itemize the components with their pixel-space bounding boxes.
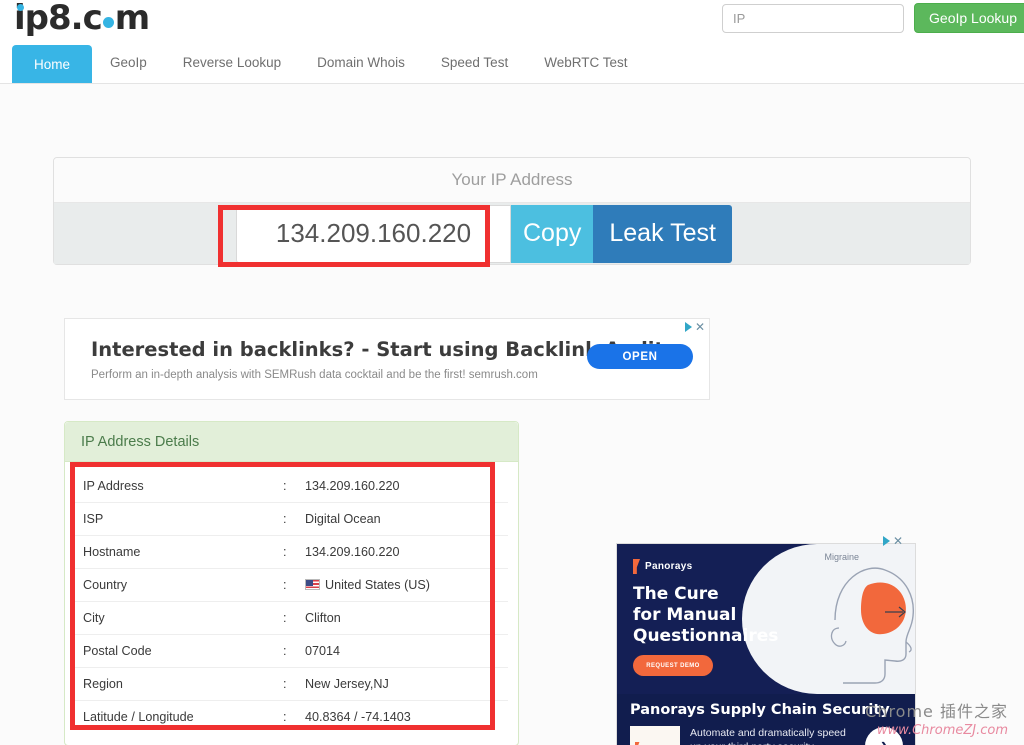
your-ip-value-input[interactable] — [236, 204, 511, 263]
panorays-thumb-icon — [634, 741, 640, 745]
banner-advertisement[interactable]: ✕ Interested in backlinks? - Start using… — [64, 318, 710, 400]
detail-separator: : — [275, 634, 297, 668]
table-row: Latitude / Longitude : 40.8364 / -74.140… — [75, 701, 508, 734]
side-ad-hero: Migraine Panorays The Cure for Manual Qu… — [617, 544, 915, 694]
site-header: ip8.cm GeoIp Lookup — [0, 0, 1024, 42]
table-row: IP Address : 134.209.160.220 — [75, 470, 508, 503]
ip-search-input[interactable] — [722, 3, 905, 33]
detail-separator: : — [275, 470, 297, 503]
detail-separator: : — [283, 710, 287, 724]
banner-ad-controls: ✕ — [684, 321, 705, 333]
side-ad-headline: The Cure for Manual Questionnaires — [633, 584, 779, 646]
detail-value-country: United States (US) — [297, 568, 508, 602]
detail-value: 07014 — [297, 634, 508, 668]
logo-o-dot-icon — [102, 17, 114, 28]
side-ad-cta-button[interactable]: REQUEST DEMO — [633, 655, 713, 676]
detail-value: 40.8364 / -74.1403 — [305, 710, 411, 724]
close-icon[interactable]: ✕ — [695, 321, 705, 333]
side-ad-brand-label: Panorays — [645, 561, 693, 572]
banner-ad-title: Interested in backlinks? - Start using B… — [91, 338, 664, 361]
detail-key: ISP — [75, 502, 275, 536]
nav-item-geoip[interactable]: GeoIp — [92, 42, 165, 83]
geoip-lookup-button[interactable]: GeoIp Lookup — [914, 3, 1024, 33]
nav-item-webrtc-test[interactable]: WebRTC Test — [526, 42, 645, 83]
logo-text-dotc: .c — [70, 0, 103, 38]
watermark: Chrome 插件之家 www.ChromeZJ.com — [865, 698, 1008, 738]
table-row: City : Clifton — [75, 601, 508, 635]
detail-separator: : — [275, 667, 297, 701]
logo-text-m: m — [114, 0, 150, 38]
us-flag-icon — [305, 579, 320, 590]
detail-key: IP Address — [75, 470, 275, 503]
table-row: Region : New Jersey,NJ — [75, 667, 508, 701]
detail-value: 134.209.160.220 — [297, 470, 508, 503]
detail-key: City — [75, 601, 275, 635]
watermark-line-2: www.ChromeZJ.com — [876, 723, 1008, 738]
ip-details-table: IP Address : 134.209.160.220 ISP : Digit… — [75, 470, 508, 733]
main-navigation: Home GeoIp Reverse Lookup Domain Whois S… — [0, 42, 1024, 84]
side-ad-footer-title: Panorays Supply Chain Security — [630, 702, 890, 718]
head-illustration-icon — [830, 567, 914, 684]
detail-key: Hostname — [75, 535, 275, 569]
detail-key: Postal Code — [75, 634, 275, 668]
nav-item-domain-whois[interactable]: Domain Whois — [299, 42, 423, 83]
detail-key: Latitude / Longitude — [83, 710, 194, 724]
watermark-line-1: Chrome 插件之家 — [865, 702, 1008, 721]
header-search-area: GeoIp Lookup — [722, 3, 1024, 33]
page-root: ip8.cm GeoIp Lookup Home GeoIp Reverse L… — [0, 0, 1024, 745]
nav-item-reverse-lookup[interactable]: Reverse Lookup — [165, 42, 299, 83]
table-row: Country : United States (US) — [75, 568, 508, 602]
your-ip-panel-body: Copy Leak Test — [54, 203, 970, 264]
detail-value: Clifton — [297, 601, 508, 635]
ip-details-panel: IP Address Details IP Address : 134.209.… — [64, 421, 519, 745]
adchoices-icon[interactable] — [684, 322, 692, 332]
site-logo[interactable]: ip8.c m — [14, 0, 150, 38]
copy-ip-button[interactable]: Copy — [511, 204, 594, 263]
close-icon[interactable]: ✕ — [893, 535, 903, 547]
your-ip-panel-title: Your IP Address — [54, 158, 970, 203]
logo-dot-icon — [17, 4, 24, 11]
main-content: Your IP Address Copy Leak Test ✕ Interes… — [0, 84, 1024, 745]
detail-separator: : — [275, 568, 297, 602]
detail-key: Country — [75, 568, 275, 602]
nav-item-home[interactable]: Home — [12, 45, 93, 83]
detail-separator: : — [275, 502, 297, 536]
banner-ad-open-button[interactable]: OPEN — [587, 344, 693, 369]
detail-value: 134.209.160.220 — [297, 535, 508, 569]
detail-value: Digital Ocean — [297, 502, 508, 536]
ip-details-title: IP Address Details — [65, 422, 518, 462]
detail-separator: : — [275, 535, 297, 569]
nav-item-speed-test[interactable]: Speed Test — [423, 42, 526, 83]
leak-test-button[interactable]: Leak Test — [593, 204, 732, 263]
side-ad-thumbnail: Panorays — [630, 726, 680, 745]
side-ad-controls: ✕ — [883, 535, 903, 547]
table-row: ISP : Digital Ocean — [75, 502, 508, 536]
country-label: United States (US) — [325, 578, 430, 592]
table-row: Hostname : 134.209.160.220 — [75, 535, 508, 569]
adchoices-icon[interactable] — [883, 536, 890, 546]
detail-value: New Jersey,NJ — [297, 667, 508, 701]
detail-separator: : — [275, 601, 297, 635]
banner-ad-subtitle: Perform an in-depth analysis with SEMRus… — [91, 369, 538, 381]
panorays-logo-icon — [633, 559, 640, 574]
table-row: Postal Code : 07014 — [75, 634, 508, 668]
your-ip-panel: Your IP Address Copy Leak Test — [53, 157, 971, 265]
side-ad-brand: Panorays — [633, 559, 692, 574]
side-ad-description: Automate and dramatically speed up your … — [690, 727, 846, 745]
detail-key: Region — [75, 667, 275, 701]
side-ad-illustration-label: Migraine — [824, 552, 859, 562]
ip-details-body: IP Address : 134.209.160.220 ISP : Digit… — [65, 462, 518, 745]
